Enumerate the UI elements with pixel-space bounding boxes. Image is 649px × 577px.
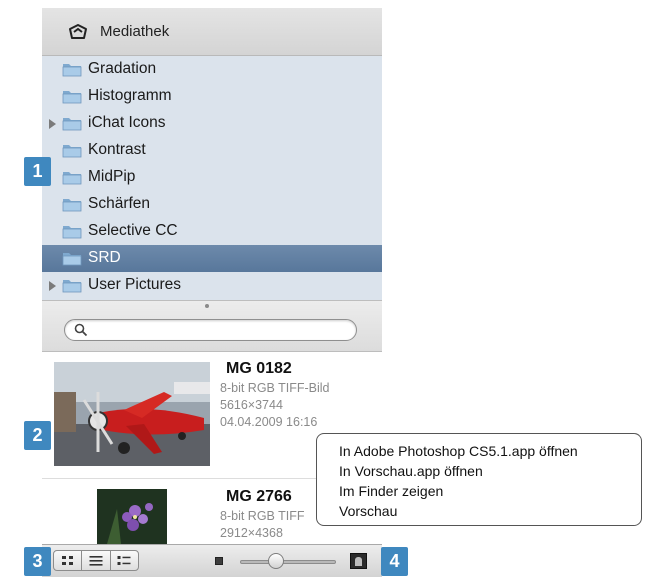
disclosure-arrow-icon[interactable]	[49, 281, 56, 291]
result-title[interactable]: MG 0182	[226, 360, 292, 378]
menu-item-preview[interactable]: Vorschau	[339, 501, 641, 521]
folder-label: iChat Icons	[88, 114, 166, 131]
folder-icon	[62, 91, 82, 104]
callout-badge-4: 4	[381, 547, 408, 576]
folder-label: SRD	[88, 249, 121, 266]
folder-row[interactable]: Histogramm	[42, 83, 382, 110]
result-thumbnail[interactable]	[54, 362, 210, 466]
folder-row[interactable]: Schärfen	[42, 191, 382, 218]
folder-label: User Pictures	[88, 276, 182, 293]
thumbnail-size-slider[interactable]	[240, 560, 336, 564]
folder-label: Selective CC	[88, 222, 178, 239]
purple-flower-image	[97, 489, 167, 544]
folder-label: Schärfen	[88, 195, 151, 212]
result-title[interactable]: MG 2766	[226, 488, 292, 506]
folder-label: MidPip	[88, 168, 136, 185]
result-thumbnail[interactable]	[97, 489, 167, 544]
result-date: 04.04.2009 16:16	[220, 415, 318, 429]
disclosure-arrow-icon[interactable]	[49, 119, 56, 129]
menu-item-open-preview[interactable]: In Vorschau.app öffnen	[339, 461, 641, 481]
search-field[interactable]	[64, 319, 357, 341]
detail-view-button[interactable]	[111, 551, 138, 570]
folder-row[interactable]: User Pictures	[42, 272, 382, 299]
detail-view-icon	[117, 555, 131, 565]
library-header[interactable]: Mediathek	[42, 8, 382, 56]
folder-row[interactable]: MidPip	[42, 164, 382, 191]
menu-item-open-photoshop[interactable]: In Adobe Photoshop CS5.1.app öffnen	[339, 441, 641, 461]
small-thumbnail-icon	[215, 557, 223, 565]
view-mode-switcher	[53, 550, 139, 571]
slider-knob[interactable]	[268, 553, 284, 569]
folder-icon	[62, 280, 82, 293]
library-title: Mediathek	[100, 23, 170, 40]
folder-label: Histogramm	[88, 87, 172, 104]
search-icon	[74, 323, 88, 337]
media-library-icon	[69, 24, 87, 39]
list-view-button[interactable]	[82, 551, 111, 570]
list-view-icon	[89, 555, 103, 566]
folder-row[interactable]: Selective CC	[42, 218, 382, 245]
folder-tree: Gradation Histogramm iChat Icons Kontrast Mi…	[42, 56, 382, 300]
folder-icon	[62, 64, 82, 77]
result-dimensions: 5616×3744	[220, 398, 283, 412]
folder-icon	[62, 118, 82, 131]
result-type: 8-bit RGB TIFF	[220, 509, 305, 523]
callout-badge-3: 3	[24, 547, 51, 576]
grid-view-icon	[61, 555, 73, 565]
folder-icon	[62, 199, 82, 212]
red-plane-image	[54, 362, 210, 466]
folder-icon	[62, 226, 82, 239]
context-menu: In Adobe Photoshop CS5.1.app öffnen In V…	[316, 433, 642, 526]
folder-row[interactable]: Kontrast	[42, 137, 382, 164]
callout-badge-2: 2	[24, 421, 51, 450]
result-dimensions: 2912×4368	[220, 526, 283, 540]
folder-row[interactable]: iChat Icons	[42, 110, 382, 137]
folder-icon	[62, 253, 82, 266]
grid-view-button[interactable]	[54, 551, 83, 570]
callout-badge-1: 1	[24, 157, 51, 186]
resize-handle[interactable]	[205, 304, 209, 308]
menu-item-show-in-finder[interactable]: Im Finder zeigen	[339, 481, 641, 501]
folder-label: Kontrast	[88, 141, 146, 158]
folder-icon	[62, 172, 82, 185]
folder-row[interactable]: Gradation	[42, 56, 382, 83]
bottom-toolbar	[42, 544, 382, 577]
folder-label: Gradation	[88, 60, 157, 77]
search-bar-area	[42, 300, 382, 352]
folder-row[interactable]: SRD	[42, 245, 382, 272]
large-thumbnail-icon	[350, 553, 367, 569]
result-type: 8-bit RGB TIFF-Bild	[220, 381, 330, 395]
folder-icon	[62, 145, 82, 158]
